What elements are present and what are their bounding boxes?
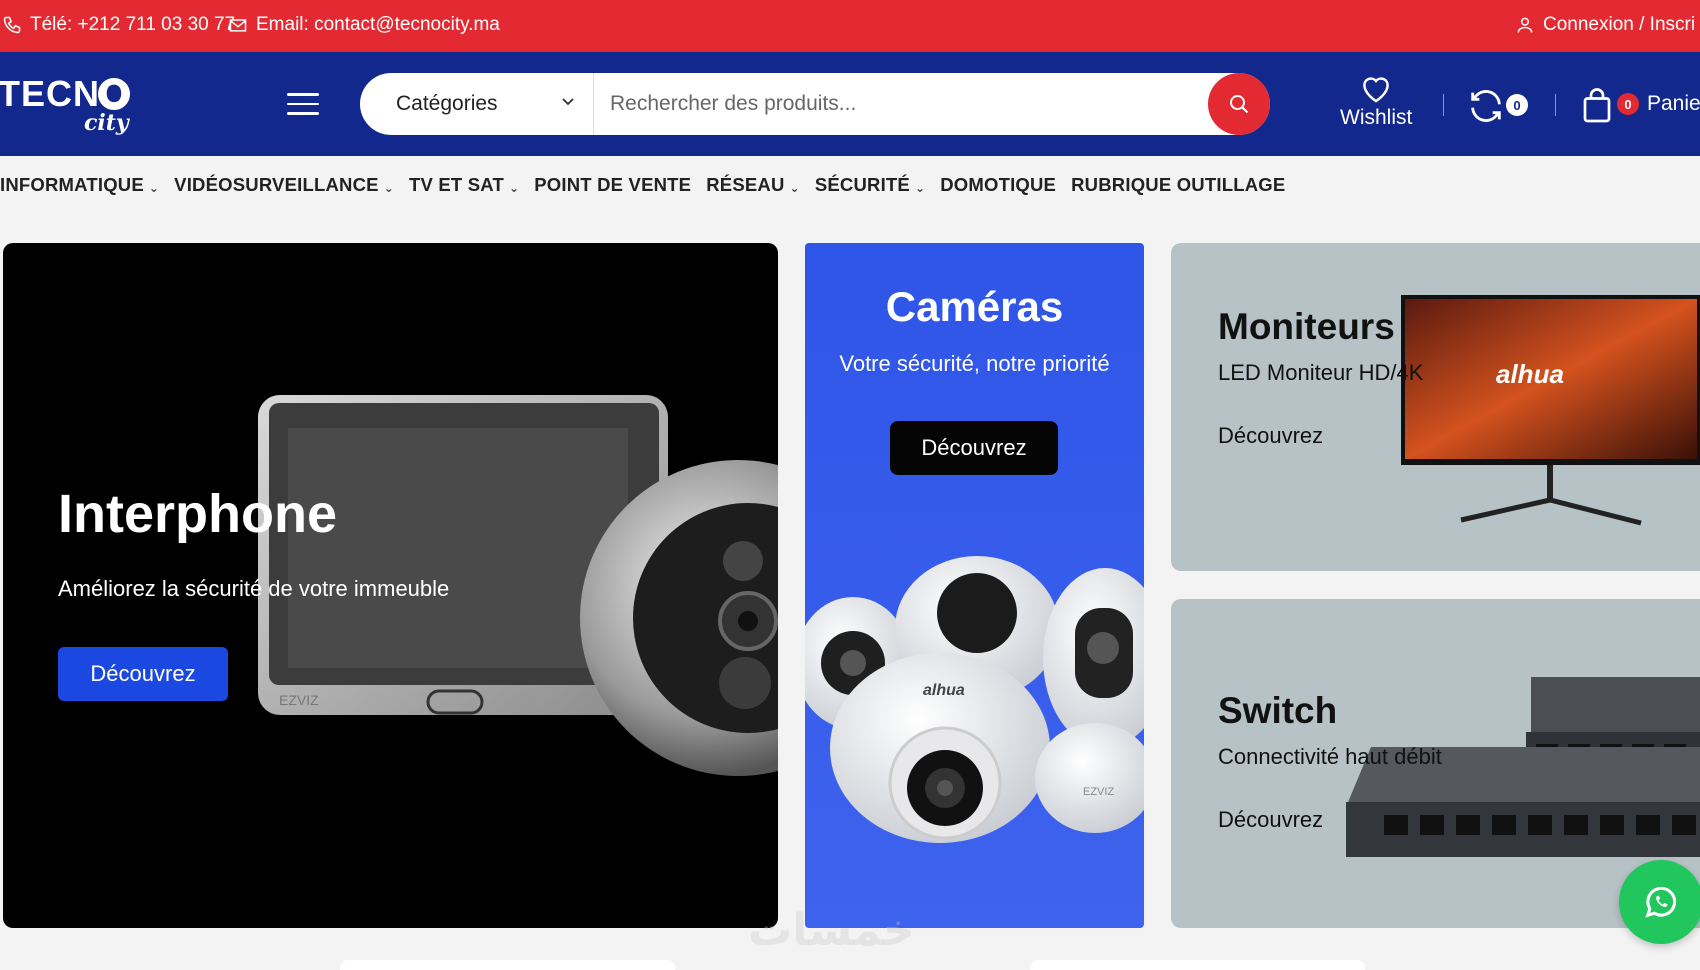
nav-item[interactable]: DOMOTIQUE bbox=[940, 174, 1056, 196]
nav-item-label: POINT DE VENTE bbox=[534, 174, 692, 195]
header-divider bbox=[1555, 94, 1556, 116]
chevron-down-icon: ⌄ bbox=[508, 181, 520, 195]
shopping-bag-icon bbox=[1583, 88, 1611, 123]
cart-button[interactable] bbox=[1582, 88, 1612, 124]
chevron-down-icon: ⌄ bbox=[914, 181, 926, 195]
search-input[interactable] bbox=[610, 87, 1200, 121]
banner-subtitle: LED Moniteur HD/4K bbox=[1218, 360, 1424, 385]
banner-title: Moniteurs bbox=[1218, 306, 1395, 347]
bottom-card bbox=[340, 960, 675, 970]
banner-subtitle: Connectivité haut débit bbox=[1218, 744, 1442, 769]
whatsapp-button[interactable] bbox=[1619, 860, 1700, 944]
logo-sub-text: city bbox=[84, 110, 131, 136]
cart-count-badge: 0 bbox=[1617, 93, 1639, 115]
heart-icon bbox=[1363, 77, 1390, 103]
nav-item-label: RÉSEAU bbox=[706, 174, 785, 195]
compare-count-badge: 0 bbox=[1506, 94, 1528, 116]
nav-item-label: SÉCURITÉ bbox=[814, 174, 910, 195]
phone-text: Télé: +212 711 03 30 77 bbox=[30, 14, 236, 35]
page: Télé: +212 711 03 30 77 Email: contact@t… bbox=[0, 0, 1700, 970]
banner-subtitle: Votre sécurité, notre priorité bbox=[839, 351, 1110, 376]
wishlist-label: Wishlist bbox=[1340, 106, 1413, 129]
chevron-down-icon: ⌄ bbox=[148, 181, 160, 195]
switch-product-image bbox=[1346, 677, 1700, 857]
bottom-card bbox=[1030, 960, 1365, 970]
banner-title: Switch bbox=[1218, 690, 1338, 731]
monitor-product-image: alhua bbox=[1401, 295, 1700, 526]
banner-switch[interactable]: Switch Connectivité haut débit Découvrez bbox=[1171, 599, 1700, 928]
nav-item-label: TV ET SAT bbox=[408, 174, 504, 195]
phone-contact[interactable]: Télé: +212 711 03 30 77 bbox=[2, 14, 235, 36]
banner-interphone[interactable]: EZVIZ Interphone Améliorez la sécurité d… bbox=[3, 243, 778, 928]
watermark-text: خمسات bbox=[748, 906, 915, 955]
login-text: Connexion / Inscri bbox=[1543, 14, 1696, 35]
dahua-brand-text: alhua bbox=[1496, 359, 1564, 389]
email-contact[interactable]: Email: contact@tecnocity.ma bbox=[228, 14, 500, 36]
compare-button[interactable] bbox=[1466, 86, 1506, 126]
dahua-brand-text: alhua bbox=[923, 682, 965, 699]
nav-item-label: VIDÉOSURVEILLANCE bbox=[174, 174, 379, 195]
discover-button[interactable]: Découvrez bbox=[58, 647, 228, 701]
categories-dropdown[interactable]: Catégories bbox=[360, 73, 594, 135]
menu-hamburger-icon[interactable] bbox=[287, 93, 319, 119]
discover-button[interactable]: Découvrez bbox=[890, 421, 1058, 475]
chevron-down-icon: ⌄ bbox=[383, 181, 394, 195]
banner-title: Interphone bbox=[58, 484, 337, 544]
login-link[interactable]: Connexion / Inscri bbox=[1515, 14, 1695, 36]
chevron-down-icon bbox=[562, 98, 574, 106]
header-divider bbox=[1443, 94, 1444, 116]
mail-icon bbox=[229, 19, 247, 32]
nav-item[interactable]: RUBRIQUE OUTILLAGE bbox=[1071, 174, 1285, 196]
nav-item[interactable]: INFORMATIQUE ⌄ bbox=[0, 174, 159, 196]
cart-label[interactable]: Panie bbox=[1647, 92, 1700, 116]
search-icon bbox=[1230, 95, 1249, 114]
site-logo[interactable]: TECNO city bbox=[0, 74, 140, 140]
banner-subtitle: Améliorez la sécurité de votre immeuble bbox=[58, 576, 450, 601]
categories-label: Catégories bbox=[396, 92, 498, 115]
cameras-product-image: alhua EZVIZ bbox=[805, 556, 1144, 843]
nav-item-label: DOMOTIQUE bbox=[940, 174, 1057, 195]
banner-moniteurs[interactable]: alhua Moniteurs LED Moniteur HD/4K Décou… bbox=[1171, 243, 1700, 571]
nav-item-label: RUBRIQUE OUTILLAGE bbox=[1071, 174, 1286, 195]
search-bar: Catégories bbox=[360, 73, 1270, 135]
email-text: Email: contact@tecnocity.ma bbox=[256, 14, 500, 35]
ezviz-brand-text: EZVIZ bbox=[1083, 786, 1114, 798]
nav-item-label: INFORMATIQUE bbox=[0, 174, 144, 195]
nav-item[interactable]: VIDÉOSURVEILLANCE ⌄ bbox=[174, 174, 394, 196]
nav-item[interactable]: TV ET SAT ⌄ bbox=[409, 174, 519, 196]
whatsapp-icon bbox=[1645, 887, 1676, 918]
banner-cameras[interactable]: Caméras Votre sécurité, notre priorité D… bbox=[805, 243, 1144, 928]
chevron-down-icon: ⌄ bbox=[789, 181, 800, 195]
nav-item[interactable]: SÉCURITÉ ⌄ bbox=[815, 174, 925, 196]
nav-item[interactable]: POINT DE VENTE bbox=[534, 174, 691, 196]
search-button[interactable] bbox=[1208, 73, 1270, 135]
main-navigation: INFORMATIQUE ⌄ VIDÉOSURVEILLANCE ⌄ TV ET SAT… bbox=[0, 156, 1700, 214]
user-icon bbox=[1517, 17, 1533, 33]
banner-title: Caméras bbox=[885, 283, 1064, 330]
nav-item[interactable]: RÉSEAU ⌄ bbox=[706, 174, 800, 196]
ezviz-brand-text: EZVIZ bbox=[279, 692, 319, 708]
top-bar: Télé: +212 711 03 30 77 Email: contact@t… bbox=[0, 0, 1700, 52]
refresh-compare-icon bbox=[1471, 90, 1501, 122]
nav-menu: INFORMATIQUE ⌄ VIDÉOSURVEILLANCE ⌄ TV ET SAT… bbox=[0, 174, 1300, 196]
discover-link[interactable]: Découvrez bbox=[1218, 807, 1323, 833]
discover-link[interactable]: Découvrez bbox=[1218, 423, 1323, 449]
phone-icon bbox=[3, 16, 21, 34]
wishlist-button[interactable]: Wishlist bbox=[1340, 72, 1412, 130]
